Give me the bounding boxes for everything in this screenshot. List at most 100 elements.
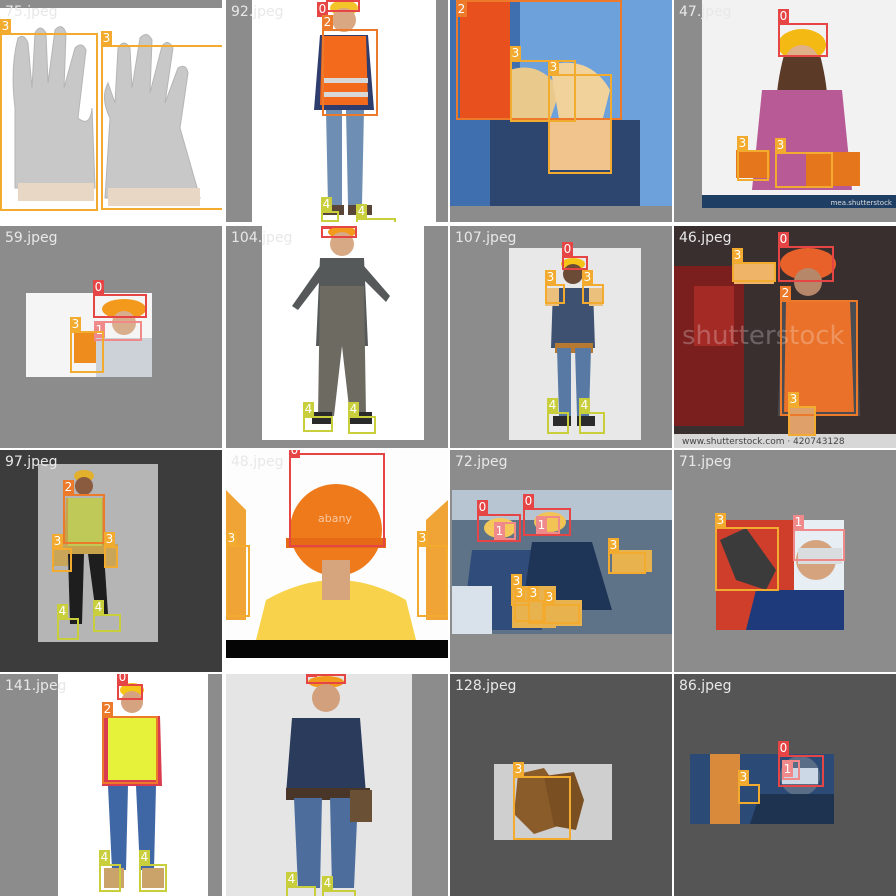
class-label: 3 xyxy=(417,531,428,546)
bbox-boot: 4 xyxy=(348,402,376,434)
filename: 59.jpeg xyxy=(5,230,58,246)
watermark: www.shutterstock.com · 420743128 xyxy=(682,437,845,447)
class-label: 3 xyxy=(548,60,559,75)
class-label: 3 xyxy=(528,586,539,601)
bbox-gloves: 3 xyxy=(0,19,98,211)
bbox-gloves: 3 xyxy=(417,531,448,617)
bbox-boot: 4 xyxy=(547,398,569,434)
bbox-goggles: 1 xyxy=(536,516,560,534)
class-label: 0 xyxy=(93,280,104,295)
bbox-gloves: 3 xyxy=(608,538,646,574)
tile-toolbelt: 0 4 4 xyxy=(226,674,448,896)
bbox-gloves: 3 xyxy=(513,762,571,840)
class-label: 0 xyxy=(778,741,789,756)
worker-yellowvest-image xyxy=(58,674,208,896)
class-label: 4 xyxy=(579,398,590,413)
class-label: 4 xyxy=(321,197,332,212)
class-label: 0 xyxy=(306,674,317,677)
class-label: 3 xyxy=(715,513,726,528)
class-label: 1 xyxy=(494,524,505,539)
bbox-gloves: 3 xyxy=(52,534,72,572)
tile-gloves-vest: 2 3 3 xyxy=(450,0,672,222)
class-label: 0 xyxy=(477,500,488,515)
bbox-helmet: 0 xyxy=(562,242,588,270)
class-label: 3 xyxy=(788,392,799,407)
bbox-boot: 4 xyxy=(579,398,605,434)
bbox-goggles: 1 xyxy=(494,522,516,540)
class-label: 1 xyxy=(536,518,547,533)
bbox-boot: 4 xyxy=(57,604,79,640)
bbox-helmet: 0 xyxy=(93,280,147,318)
filename: 47.jpeg xyxy=(679,4,732,20)
class-label: 4 xyxy=(356,204,367,219)
class-label: 0 xyxy=(778,9,789,24)
bbox-vest: 2 xyxy=(102,702,158,784)
class-label: 0 xyxy=(778,232,789,247)
class-label: 4 xyxy=(322,876,333,891)
bbox-helmet: 0 xyxy=(778,9,828,57)
bbox-boot: 4 xyxy=(322,876,356,896)
bbox-helmet: 0 xyxy=(321,226,357,238)
bbox-gloves: 3 xyxy=(737,136,769,181)
detection-grid: 75.jpeg 3 3 92.jpeg 0 2 4 4 2 3 3 mea.sh… xyxy=(0,0,896,896)
bbox-boot: 4 xyxy=(321,197,339,222)
tile-104: 104.jpeg 0 4 4 xyxy=(226,226,448,448)
class-label: 3 xyxy=(514,586,525,601)
class-label: 3 xyxy=(545,270,556,285)
class-label: 2 xyxy=(63,480,74,495)
bbox-helmet: 0 xyxy=(306,674,346,684)
filename: 71.jpeg xyxy=(679,454,732,470)
class-label: 4 xyxy=(139,850,150,865)
bbox-gloves: 3 xyxy=(544,590,580,624)
tile-128: 128.jpeg 3 xyxy=(450,674,672,896)
class-label: 4 xyxy=(348,402,359,417)
bbox-gloves: 3 xyxy=(582,270,604,304)
worker-thumbsup-image xyxy=(509,248,641,440)
class-label: 2 xyxy=(102,702,113,717)
bbox-goggles: 1 xyxy=(782,760,800,780)
class-label: 3 xyxy=(226,531,237,546)
filename: 128.jpeg xyxy=(455,678,517,694)
filename: 48.jpeg xyxy=(231,454,284,470)
class-label: 2 xyxy=(322,15,333,30)
class-label: 3 xyxy=(582,270,593,285)
bbox-boot: 4 xyxy=(286,872,316,896)
tile-107: 107.jpeg 0 3 3 4 4 xyxy=(450,226,672,448)
bbox-boot: 4 xyxy=(99,850,121,892)
class-label: 2 xyxy=(456,2,467,17)
filename: 141.jpeg xyxy=(5,678,67,694)
class-label: 3 xyxy=(0,19,11,34)
filename: 97.jpeg xyxy=(5,454,58,470)
tile-46: shutterstock www.shutterstock.com · 4207… xyxy=(674,226,896,448)
class-label: 0 xyxy=(562,242,573,257)
class-label: 3 xyxy=(608,538,619,553)
bbox-gloves: 3 xyxy=(104,532,118,568)
class-label: 4 xyxy=(57,604,68,619)
bbox-gloves: 3 xyxy=(70,317,104,373)
worker-toolbelt-image xyxy=(226,674,412,896)
filename: 75.jpeg xyxy=(5,4,58,20)
tile-75: 75.jpeg 3 3 xyxy=(0,0,222,222)
bbox-gloves: 3 xyxy=(548,60,612,174)
bbox-goggles: 1 xyxy=(793,515,845,561)
class-label: 0 xyxy=(289,450,300,458)
tile-72: 72.jpeg 0 0 1 1 3 3 3 3 3 xyxy=(450,450,672,672)
class-label: 3 xyxy=(737,136,748,151)
tile-48: abany 48.jpeg 0 3 3 xyxy=(226,450,448,672)
bbox-helmet: 0 xyxy=(317,0,360,17)
filename: 92.jpeg xyxy=(231,4,284,20)
bbox-helmet: 0 xyxy=(778,232,834,282)
bbox-gloves: 3 xyxy=(788,392,816,436)
class-label: 3 xyxy=(732,248,743,263)
tile-141: 141.jpeg 0 2 4 4 xyxy=(0,674,222,896)
class-label: 1 xyxy=(793,515,804,530)
class-label: 3 xyxy=(738,770,749,785)
filename: 104.jpeg xyxy=(231,230,293,246)
bbox-gloves: 3 xyxy=(775,138,833,188)
bbox-gloves: 3 xyxy=(226,531,250,617)
class-label: 3 xyxy=(544,590,555,605)
tile-71: 71.jpeg 3 1 xyxy=(674,450,896,672)
tile-97: 97.jpeg 2 3 3 4 4 xyxy=(0,450,222,672)
class-label: 4 xyxy=(99,850,110,865)
class-label: 4 xyxy=(547,398,558,413)
